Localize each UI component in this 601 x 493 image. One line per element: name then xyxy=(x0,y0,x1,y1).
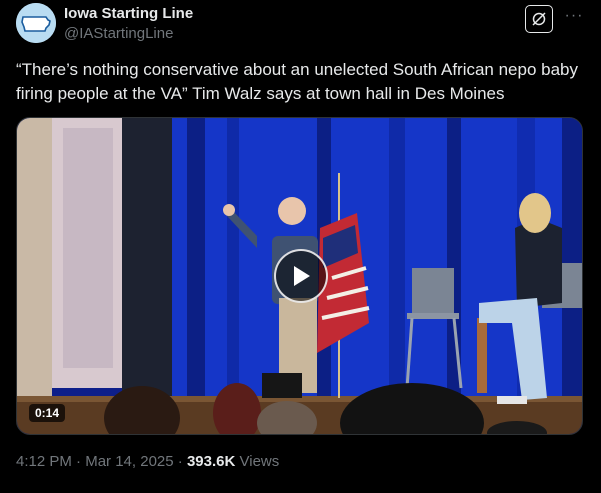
video-player[interactable]: 0:14 xyxy=(16,117,583,435)
views-count[interactable]: 393.6K xyxy=(187,453,235,470)
iowa-state-avatar-icon xyxy=(16,3,56,43)
grok-button[interactable] xyxy=(525,5,553,33)
tweet-meta: 4:12 PM · Mar 14, 2025 · 393.6K Views xyxy=(16,453,279,470)
display-name[interactable]: Iowa Starting Line xyxy=(64,5,193,22)
tweet-time[interactable]: 4:12 PM xyxy=(16,453,72,470)
tweet-date[interactable]: Mar 14, 2025 xyxy=(85,453,173,470)
tweet-text: “There’s nothing conservative about an u… xyxy=(16,60,579,103)
account-handle[interactable]: @IAStartingLine xyxy=(64,25,173,42)
play-icon xyxy=(294,266,310,286)
meta-separator: · xyxy=(76,453,82,470)
more-button[interactable]: ··· xyxy=(562,6,586,30)
video-duration: 0:14 xyxy=(29,404,66,422)
more-icon: ··· xyxy=(564,7,584,24)
tweet: Iowa Starting Line @IAStartingLine ··· “… xyxy=(0,0,601,493)
play-button[interactable] xyxy=(274,249,328,303)
meta-separator: · xyxy=(177,453,183,470)
views-label: Views xyxy=(239,453,280,470)
avatar[interactable] xyxy=(16,3,56,43)
grok-icon xyxy=(532,12,546,26)
